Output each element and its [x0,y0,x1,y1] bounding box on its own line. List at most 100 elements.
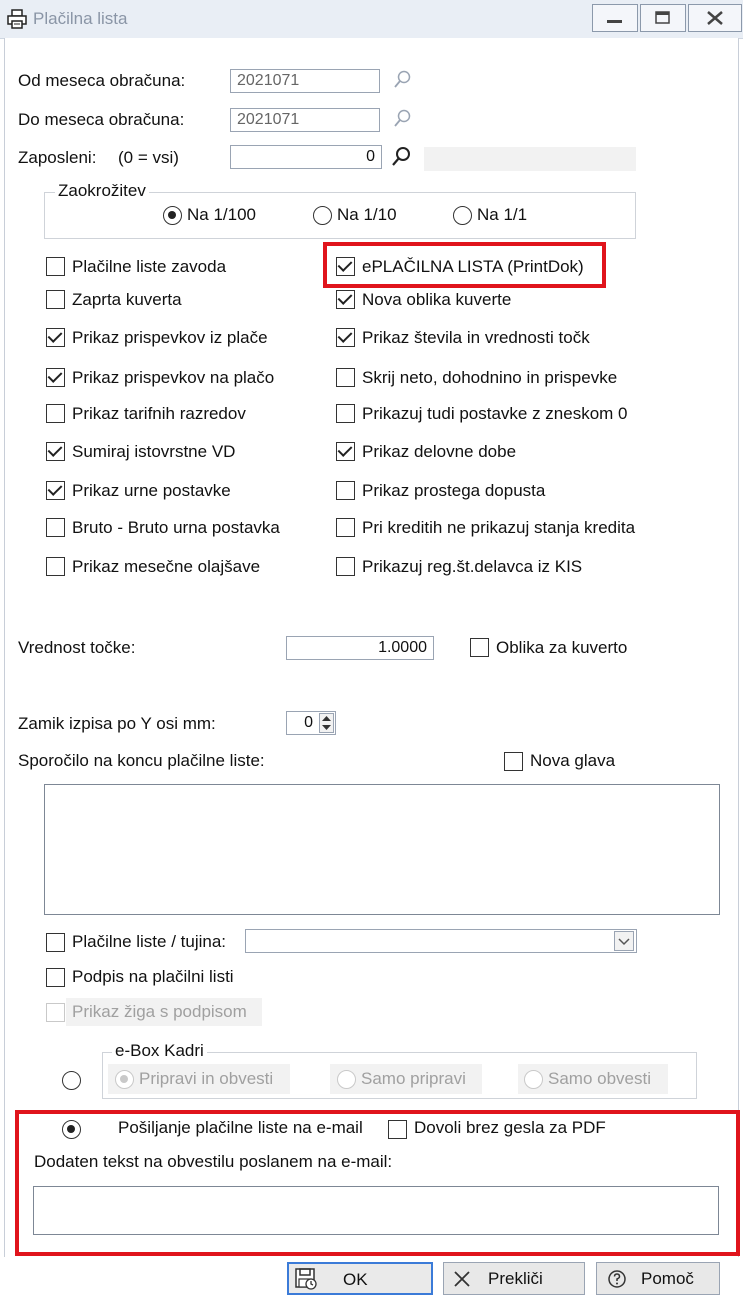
ebox-legend: e-Box Kadri [112,1041,207,1061]
radio-posiljanje-email[interactable] [62,1120,81,1139]
label-dovoli-brez-gesla: Dovoli brez gesla za PDF [414,1118,606,1137]
rounding-radio-10[interactable] [313,206,332,225]
zamik-label: Zamik izpisa po Y osi mm: [18,714,216,733]
label-prikaz-prispevkov-iz-place: Prikaz prispevkov iz plače [72,328,268,347]
ok-button[interactable]: OK [287,1262,433,1295]
label-placilne-liste-tujina: Plačilne liste / tujina: [72,932,227,951]
maximize-button[interactable] [640,4,686,32]
checkbox-oblika-za-kuverto[interactable] [470,638,489,657]
zaposleni-hint: (0 = vsi) [118,148,179,167]
zaposleni-label: Zaposleni: [18,148,97,167]
checkbox-zaprta-kuverta[interactable] [46,290,65,309]
label-samo-obvesti: Samo obvesti [548,1069,651,1088]
label-oblika-za-kuverto: Oblika za kuverto [496,638,628,657]
checkbox-prikazuj-tudi-postavke[interactable] [336,404,355,423]
checkbox-prikaz-stevila-tock[interactable] [336,328,355,347]
checkbox-podpis[interactable] [46,968,65,987]
vrednost-tocke-label: Vrednost točke: [18,638,136,657]
checkbox-bruto-bruto-urna[interactable] [46,518,65,537]
radio-samo-obvesti[interactable] [524,1070,543,1089]
label-prikaz-tarifnih-razredov: Prikaz tarifnih razredov [72,404,246,423]
radio-pripravi-in-obvesti[interactable] [115,1070,134,1089]
label-bruto-bruto-urna: Bruto - Bruto urna postavka [72,518,280,537]
rounding-legend: Zaokrožitev [55,181,149,201]
zamik-spinner-icon[interactable] [319,713,334,733]
label-prikaz-urne-postavke: Prikaz urne postavke [72,481,231,500]
help-button-label: Pomoč [641,1269,694,1288]
checkbox-prikaz-delovne-dobe[interactable] [336,442,355,461]
label-podpis: Podpis na plačilni listi [72,967,234,986]
radio-ebox[interactable] [62,1071,81,1090]
close-x-icon [452,1269,472,1289]
window-title: Plačilna lista [33,9,128,28]
checkbox-skrij-neto[interactable] [336,368,355,387]
zaposleni-input[interactable]: 0 [230,145,382,169]
label-posiljanje-email: Pošiljanje plačilne liste na e-mail [118,1118,363,1137]
label-prikaz-stevila-tock: Prikaz števila in vrednosti točk [362,328,590,347]
checkbox-prikazuj-reg-st[interactable] [336,557,355,576]
label-prikaz-ziga: Prikaz žiga s podpisom [72,1002,247,1021]
do-meseca-search-icon[interactable] [392,108,412,130]
checkbox-prikaz-ziga[interactable] [46,1003,65,1022]
checkbox-sumiraj-istovrstne-vd[interactable] [46,442,65,461]
checkbox-prikaz-prispevkov-iz-place[interactable] [46,328,65,347]
checkbox-placilne-liste-zavoda[interactable] [46,257,65,276]
minimize-button[interactable] [592,4,638,32]
checkbox-prikaz-urne-postavke[interactable] [46,481,65,500]
ok-button-label: OK [343,1270,368,1289]
dodaten-tekst-input[interactable] [33,1186,719,1235]
radio-samo-pripravi[interactable] [337,1070,356,1089]
label-prikaz-mesecne-olajsave: Prikaz mesečne olajšave [72,557,261,576]
sporocilo-textarea[interactable] [44,784,720,915]
close-button[interactable] [688,4,742,32]
label-zaprta-kuverta: Zaprta kuverta [72,290,182,309]
checkbox-nova-oblika-kuverte[interactable] [336,290,355,309]
label-dodaten-tekst: Dodaten tekst na obvestilu poslanem na e… [34,1152,393,1171]
window-titlebar: Plačilna lista [0,0,743,39]
checkbox-prikaz-prispevkov-na-placo[interactable] [46,368,65,387]
label-sumiraj-istovrstne-vd: Sumiraj istovrstne VD [72,442,236,461]
rounding-radio-1[interactable] [453,206,472,225]
rounding-label-10: Na 1/10 [337,205,397,224]
label-prikazuj-reg-st: Prikazuj reg.št.delavca iz KIS [362,557,583,576]
checkbox-pri-kreditih[interactable] [336,518,355,537]
label-samo-pripravi: Samo pripravi [361,1069,466,1088]
cancel-button-label: Prekliči [488,1269,543,1288]
label-prikaz-prostega-dopusta: Prikaz prostega dopusta [362,481,546,500]
help-button[interactable]: Pomoč [596,1262,720,1295]
sporocilo-label: Sporočilo na koncu plačilne liste: [18,751,265,770]
cancel-button[interactable]: Prekliči [443,1262,585,1295]
do-meseca-input[interactable]: 2021071 [230,108,380,132]
label-skrij-neto: Skrij neto, dohodnino in prispevke [362,368,618,387]
label-pripravi-in-obvesti: Pripravi in obvesti [139,1069,274,1088]
tujina-dropdown-icon[interactable] [614,931,634,951]
label-prikazuj-tudi-postavke: Prikazuj tudi postavke z zneskom 0 [362,404,628,423]
checkbox-nova-glava[interactable] [504,752,523,771]
do-meseca-label: Do meseca obračuna: [18,110,185,129]
vrednost-tocke-input[interactable]: 1.0000 [286,636,434,660]
label-prikaz-prispevkov-na-placo: Prikaz prispevkov na plačo [72,368,275,387]
checkbox-placilne-liste-tujina[interactable] [46,933,65,952]
checkbox-prikaz-prostega-dopusta[interactable] [336,481,355,500]
zaposleni-name-display [424,147,636,171]
rounding-radio-100[interactable] [163,206,182,225]
od-meseca-label: Od meseca obračuna: [18,71,186,90]
checkbox-dovoli-brez-gesla[interactable] [388,1120,407,1139]
rounding-label-100: Na 1/100 [187,205,256,224]
save-disk-icon [294,1267,318,1291]
checkbox-prikaz-mesecne-olajsave[interactable] [46,557,65,576]
od-meseca-search-icon[interactable] [392,69,412,91]
label-nova-oblika-kuverte: Nova oblika kuverte [362,290,512,309]
tujina-select[interactable] [245,929,637,953]
checkbox-prikaz-tarifnih-razredov[interactable] [46,404,65,423]
label-placilne-liste-zavoda: Plačilne liste zavoda [72,257,227,276]
label-prikaz-delovne-dobe: Prikaz delovne dobe [362,442,517,461]
od-meseca-input[interactable]: 2021071 [230,69,380,93]
checkbox-eplacilna-lista[interactable] [336,257,355,276]
label-pri-kreditih: Pri kreditih ne prikazuj stanja kredita [362,518,636,537]
label-eplacilna-lista: ePLAČILNA LISTA (PrintDok) [362,257,584,276]
zaposleni-search-icon[interactable] [390,145,412,169]
printer-icon [7,9,27,29]
rounding-label-1: Na 1/1 [477,205,528,224]
label-nova-glava: Nova glava [530,751,616,770]
